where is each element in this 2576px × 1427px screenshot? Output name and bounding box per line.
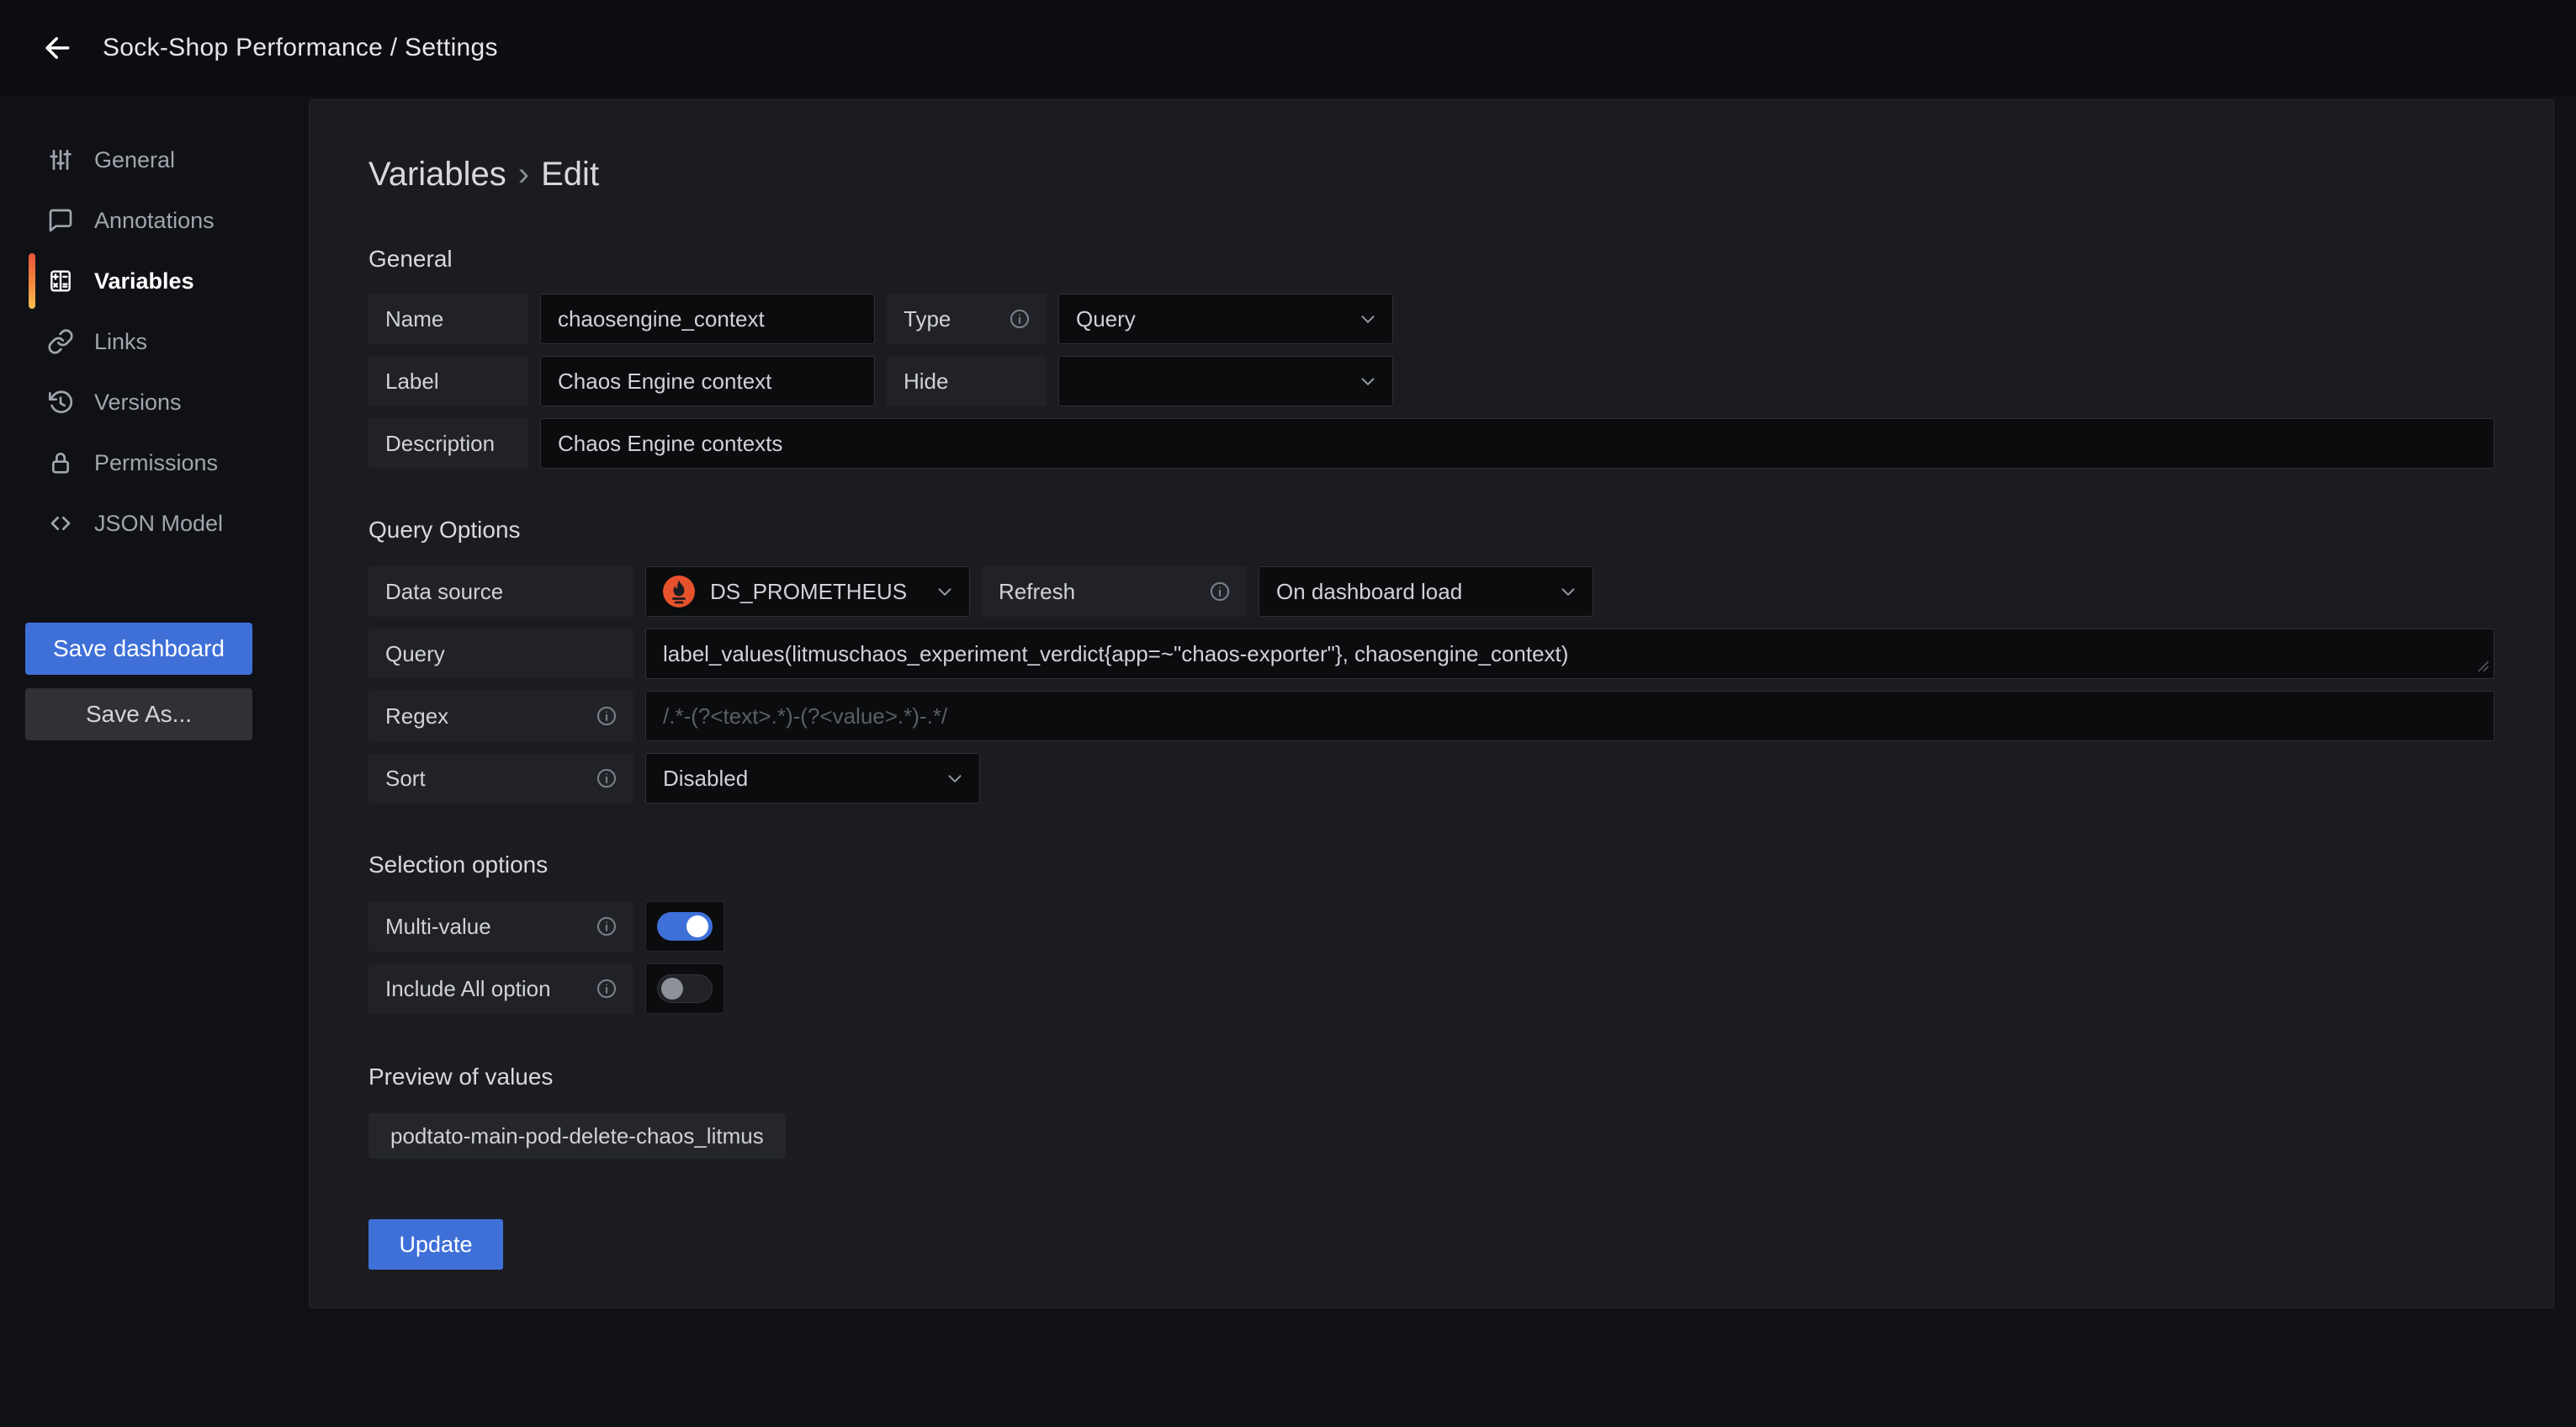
breadcrumb-section: Variables	[368, 156, 506, 193]
sidebar-item-label: Permissions	[94, 450, 218, 476]
query-input[interactable]: label_values(litmuschaos_experiment_verd…	[645, 629, 2494, 679]
sidebar-item-label: JSON Model	[94, 511, 223, 537]
sidebar-item-general[interactable]: General	[0, 130, 309, 190]
info-icon[interactable]	[595, 767, 618, 790]
chevron-down-icon	[944, 767, 966, 789]
info-icon[interactable]	[595, 915, 618, 938]
label-hide-row: Label Hide	[368, 356, 2494, 406]
breadcrumb-page: Edit	[541, 156, 599, 193]
query-row: Query label_values(litmuschaos_experimen…	[368, 629, 2494, 679]
sliders-icon	[47, 146, 76, 174]
label-input[interactable]	[540, 356, 875, 406]
chevron-down-icon	[1357, 370, 1379, 392]
sidebar-item-label: General	[94, 147, 175, 173]
multi-value-toggle[interactable]	[645, 901, 724, 952]
save-dashboard-button[interactable]: Save dashboard	[25, 623, 252, 675]
sidebar-item-variables[interactable]: Variables	[0, 251, 309, 311]
sidebar-item-label: Versions	[94, 390, 182, 416]
multi-value-label: Multi-value	[368, 901, 633, 952]
active-indicator	[29, 253, 35, 309]
history-icon	[47, 388, 76, 416]
refresh-label: Refresh	[982, 566, 1247, 617]
sort-label: Sort	[368, 753, 633, 804]
query-options-heading: Query Options	[368, 516, 2494, 544]
back-button[interactable]	[32, 23, 82, 73]
type-label: Type	[887, 294, 1047, 344]
info-icon[interactable]	[1208, 580, 1232, 603]
name-label: Name	[368, 294, 528, 344]
breadcrumb: Variables › Edit	[368, 154, 2494, 194]
toggle-switch	[657, 974, 713, 1003]
toggle-switch	[657, 912, 713, 941]
toggle-knob	[686, 915, 708, 937]
prometheus-icon	[663, 576, 695, 607]
include-all-toggle[interactable]	[645, 963, 724, 1014]
comment-icon	[47, 206, 76, 235]
datasource-label: Data source	[368, 566, 633, 617]
hide-select[interactable]	[1058, 356, 1393, 406]
label-label: Label	[368, 356, 528, 406]
regex-input[interactable]	[645, 691, 2494, 741]
include-all-row: Include All option	[368, 963, 2494, 1014]
general-section-heading: General	[368, 245, 2494, 273]
arrow-left-icon	[41, 32, 73, 64]
sidebar-item-label: Variables	[94, 268, 194, 294]
description-label: Description	[368, 418, 528, 469]
multi-value-row: Multi-value	[368, 901, 2494, 952]
breadcrumb-separator-icon: ›	[518, 156, 529, 193]
calculator-icon	[47, 267, 76, 295]
top-navigation-bar: Sock-Shop Performance / Settings	[0, 0, 2576, 96]
sort-row: Sort Disabled	[368, 753, 2494, 804]
description-input[interactable]	[540, 418, 2494, 469]
info-icon[interactable]	[595, 977, 618, 1000]
link-icon	[47, 327, 76, 356]
update-button[interactable]: Update	[368, 1219, 503, 1270]
sidebar-actions: Save dashboard Save As...	[25, 623, 309, 740]
sidebar-item-annotations[interactable]: Annotations	[0, 190, 309, 251]
sidebar-item-permissions[interactable]: Permissions	[0, 432, 309, 493]
query-label: Query	[368, 629, 633, 679]
sidebar-item-label: Links	[94, 329, 147, 355]
name-type-row: Name Type Query	[368, 294, 2494, 344]
datasource-refresh-row: Data source DS_PROMETHEUS Refresh On das…	[368, 566, 2494, 617]
refresh-select[interactable]: On dashboard load	[1259, 566, 1593, 617]
settings-nav: General Annotations Variables Links	[0, 130, 309, 554]
chevron-down-icon	[1557, 581, 1579, 602]
chevron-down-icon	[1357, 308, 1379, 330]
sidebar-item-links[interactable]: Links	[0, 311, 309, 372]
datasource-select[interactable]: DS_PROMETHEUS	[645, 566, 970, 617]
name-input[interactable]	[540, 294, 875, 344]
sidebar-item-versions[interactable]: Versions	[0, 372, 309, 432]
code-icon	[47, 509, 76, 538]
info-icon[interactable]	[1008, 307, 1031, 331]
preview-value-chip: podtato-main-pod-delete-chaos_litmus	[368, 1113, 786, 1159]
regex-label: Regex	[368, 691, 633, 741]
description-row: Description	[368, 418, 2494, 469]
hide-label: Hide	[887, 356, 1047, 406]
variable-editor-panel: Variables › Edit General Name Type Query L…	[309, 99, 2554, 1308]
type-select[interactable]: Query	[1058, 294, 1393, 344]
lock-icon	[47, 448, 76, 477]
sidebar-item-label: Annotations	[94, 208, 215, 234]
selection-options-heading: Selection options	[368, 851, 2494, 879]
toggle-knob	[661, 978, 683, 1000]
save-as-button[interactable]: Save As...	[25, 688, 252, 740]
sidebar-item-json-model[interactable]: JSON Model	[0, 493, 309, 554]
regex-row: Regex	[368, 691, 2494, 741]
dashboard-settings-title: Sock-Shop Performance / Settings	[103, 34, 498, 62]
include-all-label: Include All option	[368, 963, 633, 1014]
sort-select[interactable]: Disabled	[645, 753, 980, 804]
preview-heading: Preview of values	[368, 1063, 2494, 1091]
settings-sidebar: General Annotations Variables Links	[0, 96, 309, 1427]
chevron-down-icon	[934, 581, 956, 602]
info-icon[interactable]	[595, 704, 618, 728]
